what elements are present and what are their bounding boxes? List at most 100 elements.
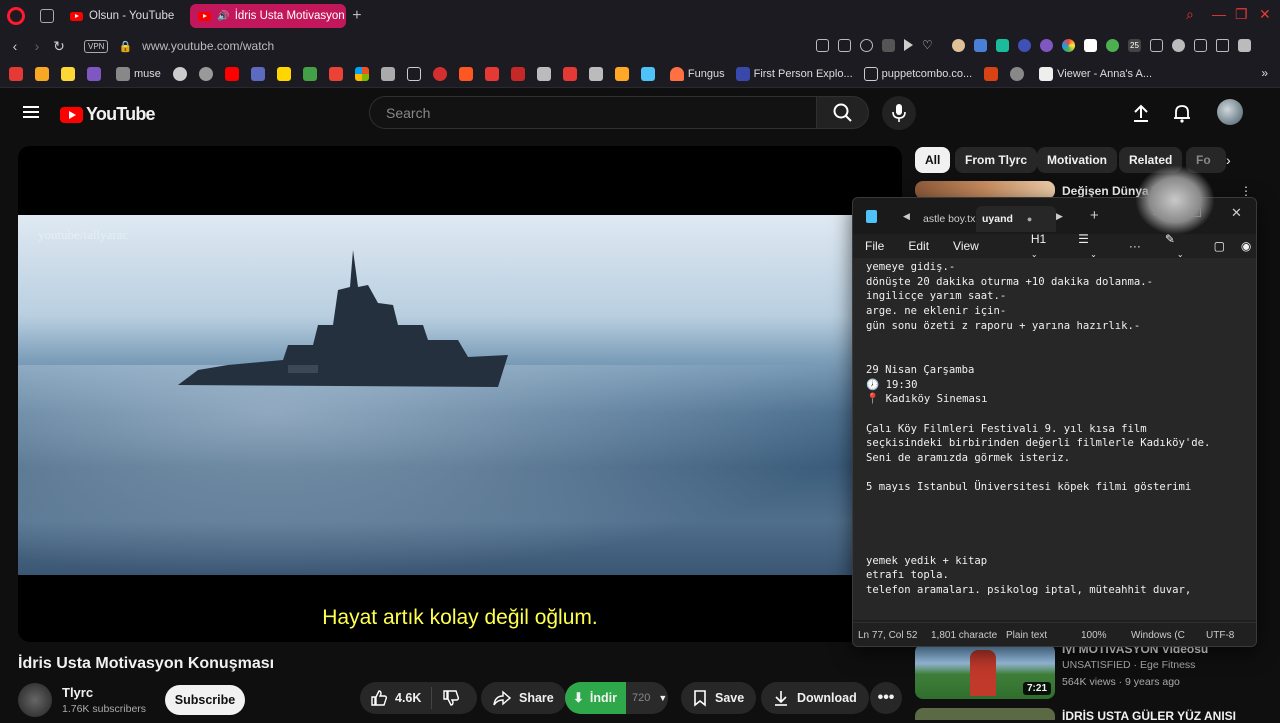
close-button[interactable]: ✕ [1231, 205, 1242, 221]
bookmark-icon[interactable] [588, 66, 603, 81]
recommendation-channel[interactable]: UNSATISFIED · Ege Fitness [1062, 659, 1195, 671]
quality-select[interactable]: 720 [632, 692, 650, 704]
bookmark-icon[interactable] [406, 66, 421, 81]
download-icon[interactable] [1194, 39, 1207, 52]
bookmark-icon[interactable] [224, 66, 239, 81]
scroll-tabs-right-icon[interactable]: ▶ [1056, 211, 1063, 222]
bookmark-icon[interactable] [1010, 66, 1025, 81]
close-button[interactable]: ✕ [1259, 6, 1271, 23]
url-field[interactable]: www.youtube.com/watch [142, 39, 274, 53]
search-input[interactable] [369, 96, 817, 129]
bookmark-viewer[interactable]: Viewer - Anna's A... [1039, 66, 1152, 81]
sidebar-toggle-icon[interactable] [1238, 39, 1251, 52]
extension-1-icon[interactable] [952, 39, 965, 52]
encoding[interactable]: UTF-8 [1206, 630, 1234, 641]
bookmark-fungus[interactable]: Fungus [669, 66, 725, 81]
bookmark-icon[interactable] [35, 66, 49, 81]
bookmark-icon[interactable] [302, 66, 317, 81]
recommendation-thumbnail[interactable]: 7:21 [915, 644, 1055, 699]
maximize-button[interactable]: ❐ [1235, 6, 1248, 23]
lock-icon[interactable]: 🔒 [118, 40, 132, 53]
more-vert-icon[interactable]: ⋮ [1240, 184, 1252, 198]
menu-file[interactable]: File [865, 239, 884, 253]
bookmark-icon[interactable] [432, 66, 447, 81]
new-tab-button[interactable]: + [1090, 207, 1099, 224]
chevron-right-icon[interactable]: › [1226, 152, 1231, 168]
bookmark-icon[interactable] [562, 66, 577, 81]
bookmark-puppetcombo[interactable]: puppetcombo.co... [863, 66, 972, 81]
forward-button[interactable]: › [26, 38, 48, 54]
copilot-icon[interactable]: ▢ [1214, 239, 1225, 253]
upload-icon[interactable] [1131, 103, 1151, 123]
menu-edit[interactable]: Edit [908, 239, 929, 253]
workspaces-icon[interactable] [40, 9, 54, 23]
translate-icon[interactable] [882, 39, 895, 52]
bookmark-muse[interactable]: muse [116, 66, 161, 81]
extension-3-icon[interactable] [996, 39, 1009, 52]
chip-all[interactable]: All [915, 147, 951, 173]
back-button[interactable]: ‹ [4, 38, 26, 54]
zoom-level[interactable]: 100% [1081, 630, 1126, 641]
more-options-icon[interactable]: ··· [1129, 239, 1141, 253]
indir-button[interactable]: ⬇ İndir [565, 682, 626, 714]
subscribe-button[interactable]: Subscribe [165, 685, 245, 715]
bookmark-icon[interactable] [536, 66, 551, 81]
chevron-down-icon[interactable]: ▼ [658, 693, 667, 703]
account-icon[interactable]: ◉ [1241, 239, 1251, 253]
extension-8-icon[interactable] [1106, 39, 1119, 52]
bookmark-icon[interactable] [640, 66, 655, 81]
bookmark-first-person[interactable]: First Person Explo... [735, 66, 853, 81]
profile-icon[interactable] [1172, 39, 1185, 52]
extension-5-icon[interactable] [1040, 39, 1053, 52]
extensions-puzzle-icon[interactable] [1150, 39, 1163, 52]
vpn-badge[interactable]: VPN [84, 39, 109, 53]
new-tab-button[interactable]: + [352, 7, 361, 25]
share-button[interactable]: Share [481, 682, 566, 714]
bookmark-icon[interactable] [354, 66, 369, 81]
bookmark-icon[interactable] [172, 66, 187, 81]
bookmark-icon[interactable] [250, 66, 265, 81]
heading-select[interactable]: H1 ⌄ [1019, 232, 1056, 260]
bookmark-icon[interactable] [380, 66, 395, 81]
bookmark-icon[interactable] [276, 66, 291, 81]
bookmark-icon[interactable] [198, 66, 213, 81]
dislike-button[interactable] [432, 689, 460, 707]
chip-motivation[interactable]: Motivation [1037, 147, 1117, 173]
scroll-tabs-left-icon[interactable]: ◀ [903, 211, 910, 222]
bookmark-icon[interactable] [61, 66, 75, 81]
line-ending[interactable]: Windows (C [1131, 630, 1201, 641]
channel-name[interactable]: Tlyrc [62, 685, 93, 700]
file-format[interactable]: Plain text [1006, 630, 1076, 641]
channel-avatar[interactable] [18, 683, 52, 717]
extension-7-icon[interactable] [1084, 39, 1097, 52]
more-bookmarks-icon[interactable]: » [1261, 66, 1268, 80]
opera-logo-icon[interactable] [7, 7, 25, 25]
bookmark-icon[interactable] [9, 66, 23, 81]
search-button[interactable] [816, 96, 869, 129]
adblock-icon[interactable] [860, 39, 873, 52]
bookmark-icon[interactable] [458, 66, 473, 81]
extension-6-icon[interactable] [1062, 39, 1075, 52]
bookmark-icon[interactable] [87, 66, 101, 81]
notepad-tab-uyand[interactable]: uyand ● [976, 206, 1056, 232]
battery-saver-icon[interactable] [1216, 39, 1229, 52]
search-tabs-icon[interactable]: ⌕ [1186, 6, 1194, 23]
extension-4-icon[interactable] [1018, 39, 1031, 52]
menu-view[interactable]: View [953, 239, 979, 253]
bookmark-icon[interactable] [510, 66, 525, 81]
tab-idris-usta[interactable]: 🔊 İdris Usta Motivasyon K [190, 4, 347, 28]
minimize-button[interactable]: — [1212, 6, 1226, 22]
menu-icon[interactable] [23, 106, 39, 118]
extension-badge-icon[interactable]: 25 [1128, 39, 1141, 52]
voice-search-button[interactable] [882, 96, 916, 130]
youtube-logo[interactable]: YouTube [60, 104, 156, 125]
download-button[interactable]: Download [761, 682, 869, 714]
snapshot-icon[interactable] [838, 39, 851, 52]
recommendation-title[interactable]: İDRİS USTA GÜLER YÜZ ANISI [1062, 709, 1236, 723]
more-actions-button[interactable]: ••• [870, 682, 902, 714]
notifications-icon[interactable] [1172, 103, 1192, 123]
notepad-tab-castle[interactable]: astle boy.tx [917, 206, 981, 232]
account-avatar[interactable] [1217, 99, 1243, 125]
heart-icon[interactable]: ♡ [922, 39, 935, 52]
list-format-icon[interactable]: ☰ ⌄ [1078, 232, 1107, 260]
